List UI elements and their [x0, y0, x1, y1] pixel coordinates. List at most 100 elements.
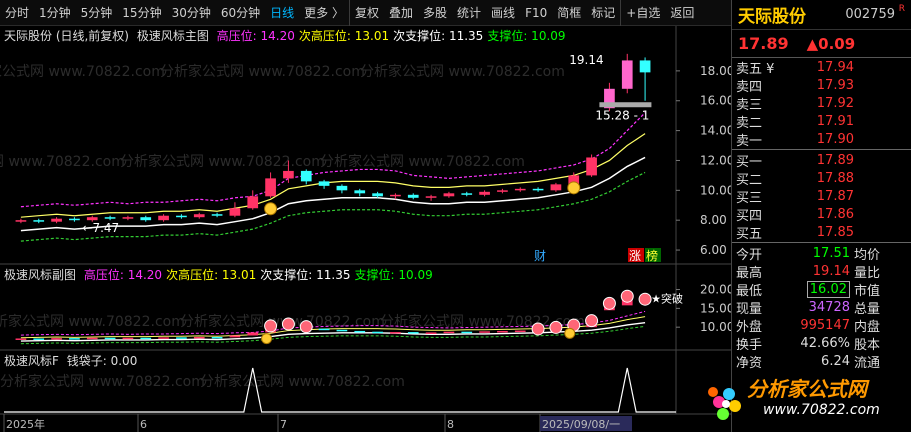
- sub-candle-body: [86, 337, 98, 340]
- candle-body: [550, 184, 562, 191]
- ask-price: 17.93: [816, 77, 854, 93]
- sub-candle-body: [318, 328, 330, 331]
- bid-label: 买四: [736, 208, 763, 224]
- price-change: ▲0.09: [806, 34, 856, 53]
- candle-body: [247, 196, 259, 209]
- bid-row-3[interactable]: 买四 17.86: [732, 205, 911, 224]
- main-y-tick-label: 16.00: [700, 94, 731, 108]
- ask-row-2[interactable]: 卖三 17.92: [732, 94, 911, 113]
- candle-body: [229, 208, 241, 216]
- period-toolbar: 分时 1分钟 5分钟 15分钟 30分钟 60分钟 日线 更多 〉复权 叠加 多股 统计 画线 F10 简…: [0, 0, 731, 26]
- sub-signal-ball: [585, 314, 599, 328]
- main-indicator-name: 极速风标主图: [136, 29, 209, 43]
- sub-candle-body: [69, 338, 80, 340]
- ask-list: 卖五 ¥ 17.94 卖四 17.93 卖三 17.92 卖二 17.91 卖一 17.90: [732, 58, 911, 149]
- main-y-tick-label: 6.00: [700, 243, 727, 257]
- candle-body: [621, 60, 633, 89]
- main-y-tick-label: 12.00: [700, 153, 731, 167]
- toolbar-item-2[interactable]: 5分钟: [76, 0, 118, 26]
- bid-price: 17.86: [816, 206, 854, 222]
- sub-panel-title: 极速风标副图 高压位: 14.20 次高压位: 13.01 次支撑位: 11.35 支…: [4, 266, 433, 283]
- low-price-label: ←7.47: [82, 221, 119, 235]
- bid-row-0[interactable]: 买一 17.89: [732, 151, 911, 170]
- toolbar-item-8[interactable]: 复权: [348, 0, 384, 26]
- ask-price: 17.90: [816, 131, 854, 147]
- sub-candle-body: [15, 338, 27, 340]
- chart-area[interactable]: 分析家公式网 www.70822.com 分析家公式网 www.70822.com…: [0, 26, 731, 432]
- bid-row-1[interactable]: 买二 17.88: [732, 169, 911, 188]
- toolbar-item-5[interactable]: 60分钟: [216, 0, 265, 26]
- toolbar-item-10[interactable]: 多股: [418, 0, 452, 26]
- sub-indicator-params: 高压位: 14.20 次高压位: 13.01 次支撑位: 11.35 支撑位: 10.…: [80, 268, 433, 282]
- toolbar-item-13[interactable]: F10: [520, 0, 552, 26]
- quote-label-2: 市值: [854, 283, 881, 299]
- watermark-text: 分析家公式网 www.70822.com: [0, 63, 165, 80]
- quote-label: 最低: [736, 283, 763, 299]
- bid-row-2[interactable]: 买三 17.87: [732, 187, 911, 206]
- candle-body: [122, 217, 134, 219]
- quote-label-2: 均价: [854, 247, 881, 263]
- candle-body: [639, 60, 651, 73]
- main-panel-title: 天际股份 (日线,前复权) 极速风标主图 高压位: 14.20 次高压位: 13.…: [4, 27, 566, 44]
- toolbar-item-15[interactable]: 标记: [586, 0, 620, 26]
- sub-candle-body: [140, 337, 152, 340]
- bid-price: 17.89: [816, 152, 854, 168]
- high-price-label: 19.14: [569, 53, 603, 67]
- quote-label: 外盘: [736, 319, 763, 335]
- toolbar-item-3[interactable]: 15分钟: [117, 0, 166, 26]
- candle-body: [69, 218, 80, 221]
- toolbar-item-17[interactable]: 返回: [665, 0, 699, 26]
- logo-text: 分析家公式网: [747, 377, 870, 401]
- ask-row-0[interactable]: 卖五 ¥ 17.94: [732, 58, 911, 77]
- sub-money-bag-icon: [261, 333, 273, 345]
- main-param-1: 次高压位: 13.01: [298, 29, 390, 43]
- sub-signal-ball: [531, 322, 545, 336]
- ask-row-3[interactable]: 卖二 17.91: [732, 112, 911, 131]
- toolbar-item-11[interactable]: 统计: [452, 0, 486, 26]
- sub-signal-ball: [281, 317, 295, 331]
- ask-row-4[interactable]: 卖一 17.90: [732, 130, 911, 149]
- candle-body: [51, 218, 62, 222]
- toolbar-item-14[interactable]: 简框: [552, 0, 586, 26]
- toolbar-item-9[interactable]: 叠加: [384, 0, 418, 26]
- sub-candle-body: [193, 336, 205, 339]
- last-price: 17.89: [738, 34, 789, 53]
- toolbar-item-7[interactable]: 更多 〉: [299, 0, 349, 26]
- ask-label: 卖三: [736, 97, 763, 113]
- quote-row-3: 现量 34728 总量: [732, 298, 911, 317]
- candle-body: [104, 217, 116, 219]
- sub-param-2: 次支撑位: 11.35: [260, 268, 351, 282]
- candle-body: [586, 157, 597, 176]
- sub-signal-ball: [638, 292, 652, 306]
- sub-candle-body: [33, 338, 45, 340]
- ask-label: 卖一: [736, 133, 763, 149]
- watermark-text: 分析家公式网 www.70822.com: [120, 153, 325, 170]
- bid-row-4[interactable]: 买五 17.85: [732, 223, 911, 242]
- toolbar-item-16[interactable]: +自选: [620, 0, 665, 26]
- toolbar-item-12[interactable]: 画线: [486, 0, 520, 26]
- toolbar-item-1[interactable]: 1分钟: [34, 0, 76, 26]
- sub-candle-body: [229, 335, 241, 338]
- quote-value: 34728: [808, 299, 850, 315]
- quote-value: 19.14: [812, 263, 850, 279]
- candle-body: [211, 214, 223, 216]
- ask-price: 17.91: [816, 113, 854, 129]
- sub-y-tick-label: 20.00: [700, 283, 731, 297]
- sub-candle-body: [122, 337, 134, 340]
- site-logo: 分析家公式网 www.70822.com: [708, 377, 880, 420]
- toolbar-item-6[interactable]: 日线: [265, 0, 299, 26]
- badge-fang: 榜: [646, 248, 658, 263]
- sub-candle-body: [104, 337, 116, 340]
- sub-y-tick-label: 15.00: [700, 301, 731, 315]
- toolbar-item-0[interactable]: 分时: [0, 0, 34, 26]
- third-param-label: 钱袋子:: [66, 354, 107, 368]
- candle-body: [140, 217, 152, 221]
- sub-candle-body: [407, 332, 419, 334]
- candle-body: [372, 193, 383, 197]
- sub-y-tick-label: 10.00: [700, 320, 731, 334]
- kline-chart-svg[interactable]: 分析家公式网 www.70822.com 分析家公式网 www.70822.com…: [0, 26, 731, 432]
- watermark-text: 分析家公式网 www.70822.com: [0, 373, 205, 390]
- quote-label: 最高: [736, 265, 763, 281]
- ask-row-1[interactable]: 卖四 17.93: [732, 76, 911, 95]
- toolbar-item-4[interactable]: 30分钟: [167, 0, 216, 26]
